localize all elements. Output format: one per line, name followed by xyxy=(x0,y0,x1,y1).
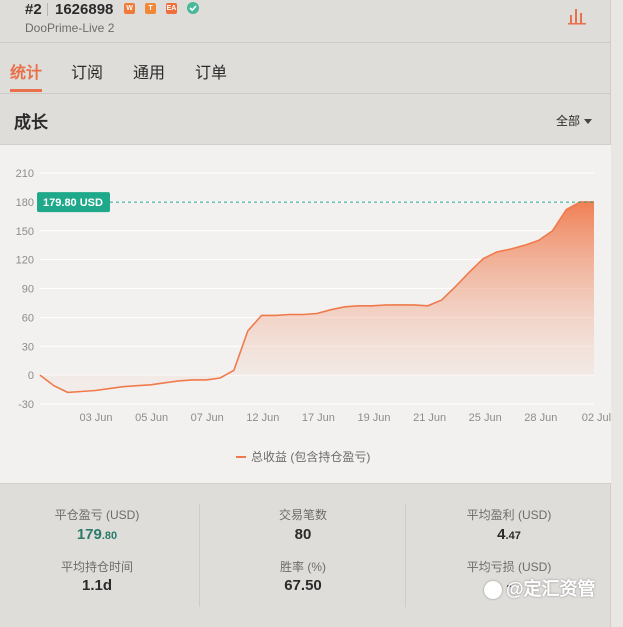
server-name: DooPrime-Live 2 xyxy=(25,21,115,35)
avg-hold-time-value: 1.1d xyxy=(81,577,112,594)
trade-count-label: 交易笔数 xyxy=(278,508,327,522)
divider xyxy=(199,504,200,607)
avg-profit-value: 4.47 xyxy=(429,526,589,543)
avg-profit-label: 平均盈利 (USD) xyxy=(466,508,552,522)
growth-chart-svg: -30 0 30 60 90 120 150 180 210 03 Jun 05 Jun 07 Jun… xyxy=(16,168,611,464)
x-tick-label: 28 Jun xyxy=(524,412,557,424)
current-value-label: 179.80 USD xyxy=(43,197,103,209)
range-dropdown-label: 全部 xyxy=(556,114,581,128)
tab-bar: 统计 订阅 通用 订单 xyxy=(0,43,611,94)
closed-pnl-label: 平仓盈亏 (USD) xyxy=(54,508,140,522)
watermark-text: @定汇资管 xyxy=(506,579,596,599)
badge-ea: EA xyxy=(166,3,177,14)
y-tick-label: 120 xyxy=(16,255,34,267)
divider xyxy=(405,504,406,607)
y-tick-label: 150 xyxy=(16,226,34,238)
y-tick-label: 30 xyxy=(22,341,34,353)
verified-shield-icon xyxy=(187,2,199,14)
badge-t: T xyxy=(145,3,156,14)
stats-panel: 平仓盈亏 (USD) 179.80 交易笔数 80 平均盈利 (USD) 4.4… xyxy=(0,484,611,627)
account-rank: #2 xyxy=(25,1,42,18)
win-rate-label: 胜率 (%) xyxy=(280,560,326,574)
scrollbar-track[interactable] xyxy=(610,0,623,627)
closed-pnl-int: 179 xyxy=(76,526,102,543)
tab-subscribe[interactable]: 订阅 xyxy=(71,59,103,83)
watermark-logo-icon xyxy=(484,581,502,600)
y-tick-label: -30 xyxy=(18,399,34,411)
avg-loss-label: 平均亏损 (USD) xyxy=(466,560,552,574)
x-tick-label: 05 Jun xyxy=(135,412,168,424)
avg-profit-int: 4 xyxy=(497,526,506,543)
y-tick-label: 60 xyxy=(22,312,34,324)
account-id: 1626898 xyxy=(55,1,114,18)
y-tick-label: 180 xyxy=(16,197,34,209)
trade-count-value: 80 xyxy=(294,526,312,543)
x-tick-label: 02 Jul xyxy=(582,412,611,424)
x-tick-label: 19 Jun xyxy=(357,412,390,424)
x-tick-label: 21 Jun xyxy=(413,412,446,424)
x-tick-label: 25 Jun xyxy=(469,412,502,424)
watermark: @定汇资管 xyxy=(484,575,596,601)
section-title: 成长 xyxy=(14,113,48,132)
avg-profit-dec: .47 xyxy=(505,530,521,542)
divider xyxy=(47,3,48,16)
active-tab-indicator xyxy=(10,89,42,92)
x-tick-label: 03 Jun xyxy=(79,412,112,424)
tab-general[interactable]: 通用 xyxy=(133,59,165,83)
tab-orders[interactable]: 订单 xyxy=(195,59,227,83)
y-tick-label: 210 xyxy=(16,168,34,180)
badge-w: W xyxy=(124,3,135,14)
x-tick-label: 07 Jun xyxy=(191,412,224,424)
closed-pnl-value: 179.80 xyxy=(17,526,177,543)
caret-down-icon xyxy=(584,119,593,125)
bar-chart-icon[interactable] xyxy=(567,6,587,26)
x-tick-label: 12 Jun xyxy=(246,412,279,424)
y-tick-label: 90 xyxy=(22,284,34,296)
tab-stats[interactable]: 统计 xyxy=(10,59,42,83)
x-tick-label: 17 Jun xyxy=(302,412,335,424)
avg-hold-time-label: 平均持仓时间 xyxy=(60,560,133,574)
growth-chart: -30 0 30 60 90 120 150 180 210 03 Jun 05 Jun 07 Jun… xyxy=(0,144,611,484)
y-tick-label: 0 xyxy=(28,370,34,382)
win-rate-value: 67.50 xyxy=(284,577,322,594)
closed-pnl-dec: .80 xyxy=(101,530,118,542)
range-dropdown[interactable]: 全部 xyxy=(556,112,593,129)
account-header: #2 1626898 W T EA DooPrime-Live 2 xyxy=(0,0,611,43)
legend-label: 总收益 (包含持仓盈亏) xyxy=(251,449,370,464)
